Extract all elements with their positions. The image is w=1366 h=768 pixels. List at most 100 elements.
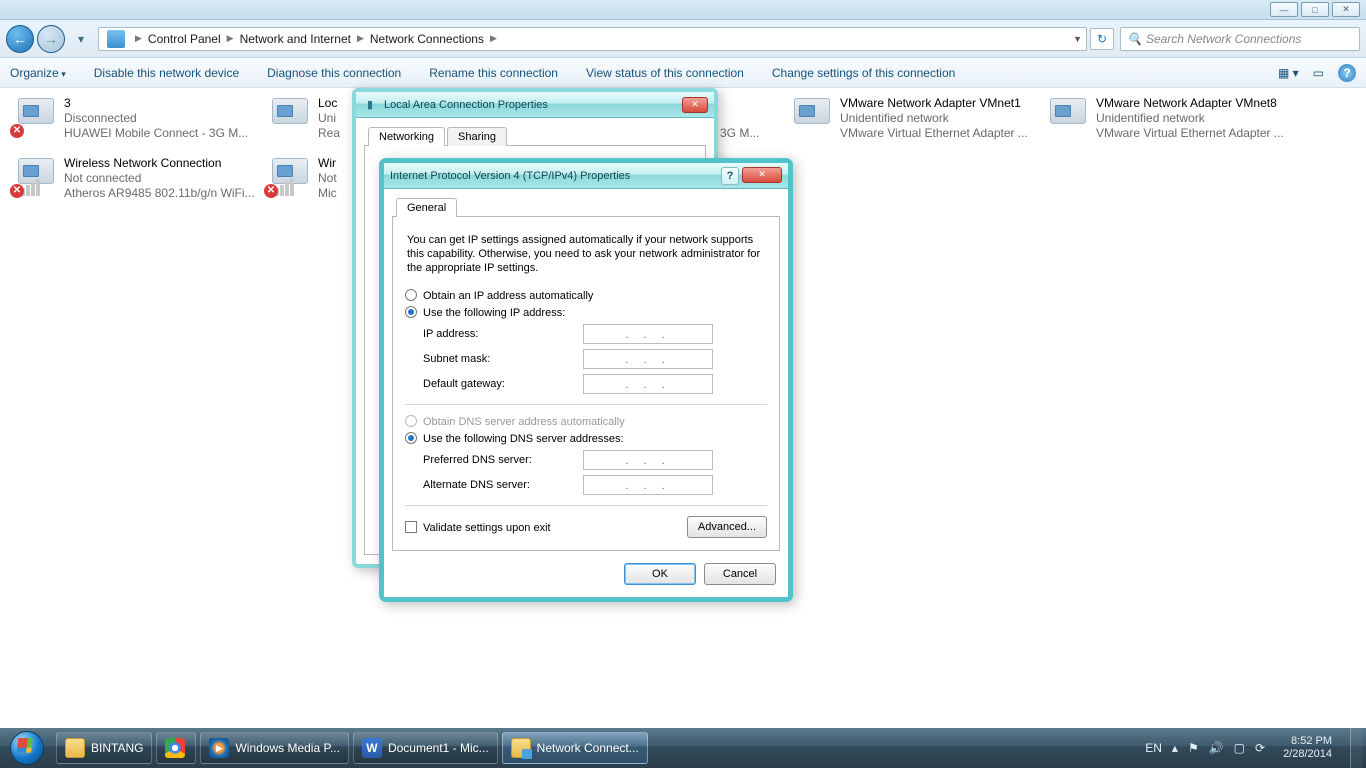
search-placeholder: Search Network Connections [1146, 32, 1301, 46]
wmp-icon [209, 738, 229, 758]
help-icon[interactable]: ? [1338, 64, 1356, 82]
breadcrumb-control-panel[interactable]: Control Panel [148, 32, 221, 46]
tab-sharing[interactable]: Sharing [447, 127, 507, 146]
organize-menu[interactable]: Organize [10, 66, 66, 80]
tab-strip: General [392, 197, 780, 217]
connection-status: Uni [318, 111, 340, 126]
cancel-button[interactable]: Cancel [704, 563, 776, 585]
connection-item[interactable]: VMware Network Adapter VMnet1Unidentifie… [790, 96, 1036, 141]
connection-name: VMware Network Adapter VMnet8 [1096, 96, 1284, 111]
forward-button[interactable]: → [37, 25, 65, 53]
change-settings-button[interactable]: Change settings of this connection [772, 66, 955, 80]
connection-device: HUAWEI Mobile Connect - 3G M... [64, 126, 248, 141]
ipv4-dialog-titlebar[interactable]: Internet Protocol Version 4 (TCP/IPv4) P… [384, 163, 788, 189]
taskbar-wmp[interactable]: Windows Media P... [200, 732, 349, 764]
word-icon [362, 738, 382, 758]
taskbar-explorer[interactable]: Network Connect... [502, 732, 648, 764]
connection-item[interactable]: ✕ Wireless Network ConnectionNot connect… [14, 156, 260, 201]
diagnose-button[interactable]: Diagnose this connection [267, 66, 401, 80]
rename-button[interactable]: Rename this connection [429, 66, 558, 80]
advanced-button[interactable]: Advanced... [687, 516, 767, 538]
radio-use-dns[interactable]: Use the following DNS server addresses: [405, 432, 767, 445]
lac-dialog-titlebar[interactable]: ▮ Local Area Connection Properties ✕ [356, 92, 714, 118]
radio-use-ip[interactable]: Use the following IP address: [405, 306, 767, 319]
connection-name: Wireless Network Connection [64, 156, 255, 171]
disable-device-button[interactable]: Disable this network device [94, 66, 239, 80]
taskbar-label: BINTANG [91, 741, 143, 755]
breadcrumb-network-internet[interactable]: Network and Internet [240, 32, 351, 46]
view-status-button[interactable]: View status of this connection [586, 66, 744, 80]
refresh-button[interactable]: ↻ [1090, 28, 1114, 50]
action-center-icon[interactable]: ⚑ [1188, 741, 1199, 755]
taskbar-folder[interactable]: BINTANG [56, 732, 152, 764]
taskbar-label: Network Connect... [537, 741, 639, 755]
subnet-mask-input[interactable]: . . . [583, 349, 713, 369]
tab-networking[interactable]: Networking [368, 127, 445, 146]
start-button[interactable] [0, 728, 54, 768]
connection-status: Unidentified network [1096, 111, 1284, 126]
breadcrumb-network-connections[interactable]: Network Connections [370, 32, 484, 46]
help-button[interactable]: ? [721, 167, 739, 185]
tab-strip: Networking Sharing [364, 126, 706, 146]
connection-status: Not [318, 171, 337, 186]
taskbar-word[interactable]: Document1 - Mic... [353, 732, 498, 764]
connection-status: Not connected [64, 171, 255, 186]
close-button[interactable]: ✕ [682, 97, 708, 113]
volume-icon[interactable]: 🔊 [1209, 741, 1224, 755]
clock-date: 2/28/2014 [1283, 748, 1332, 761]
radio-label: Obtain an IP address automatically [423, 290, 593, 302]
ethernet-icon [794, 98, 830, 124]
connection-item-partial[interactable]: 3G M... [720, 96, 780, 141]
connection-device: Mic [318, 186, 337, 201]
windows-orb-icon [10, 731, 44, 765]
close-button[interactable]: ✕ [742, 167, 782, 183]
connection-name: Wir [318, 156, 337, 171]
connection-name: Loc [318, 96, 340, 111]
view-options-icon[interactable]: ▦ ▾ [1278, 66, 1299, 80]
language-indicator[interactable]: EN [1145, 741, 1162, 755]
tray-up-icon[interactable]: ▴ [1172, 741, 1178, 755]
alternate-dns-input[interactable]: . . . [583, 475, 713, 495]
connection-item[interactable]: ✕ WirNotMic [268, 156, 354, 201]
chevron-right-icon[interactable]: ▶ [490, 33, 497, 44]
back-button[interactable]: ← [6, 25, 34, 53]
window-titlebar: — □ ✕ [0, 0, 1366, 20]
connections-area: ✕ 3DisconnectedHUAWEI Mobile Connect - 3… [0, 88, 1366, 740]
connection-status: Unidentified network [840, 111, 1028, 126]
disconnected-icon: ✕ [264, 184, 278, 198]
show-desktop-button[interactable] [1350, 728, 1362, 768]
taskbar-chrome[interactable] [156, 732, 196, 764]
minimize-button[interactable]: — [1270, 2, 1298, 17]
chevron-right-icon[interactable]: ▶ [357, 33, 364, 44]
preview-pane-icon[interactable]: ▭ [1313, 66, 1324, 80]
close-button[interactable]: ✕ [1332, 2, 1360, 17]
radio-obtain-ip[interactable]: Obtain an IP address automatically [405, 289, 767, 302]
connection-item[interactable]: LocUniRea [268, 96, 354, 141]
chevron-right-icon[interactable]: ▶ [135, 33, 142, 44]
chevron-right-icon[interactable]: ▶ [227, 33, 234, 44]
chrome-icon [165, 738, 185, 758]
recent-locations-dropdown[interactable]: ▾ [72, 30, 90, 48]
network-tray-icon[interactable]: ▢ [1234, 741, 1245, 755]
gateway-label: Default gateway: [423, 378, 583, 390]
validate-checkbox[interactable]: Validate settings upon exit [405, 521, 551, 534]
sync-icon[interactable]: ⟳ [1255, 741, 1265, 755]
address-bar: ← → ▾ ▶ Control Panel ▶ Network and Inte… [0, 20, 1366, 58]
preferred-dns-input[interactable]: . . . [583, 450, 713, 470]
search-input[interactable]: 🔍 Search Network Connections [1120, 27, 1360, 51]
connection-item[interactable]: ✕ 3DisconnectedHUAWEI Mobile Connect - 3… [14, 96, 260, 141]
connection-item[interactable]: VMware Network Adapter VMnet8Unidentifie… [1046, 96, 1292, 141]
ethernet-icon [272, 98, 308, 124]
gateway-input[interactable]: . . . [583, 374, 713, 394]
ip-address-input[interactable]: . . . [583, 324, 713, 344]
clock[interactable]: 8:52 PM 2/28/2014 [1275, 735, 1340, 761]
maximize-button[interactable]: □ [1301, 2, 1329, 17]
breadcrumb[interactable]: ▶ Control Panel ▶ Network and Internet ▶… [98, 27, 1087, 51]
connection-status: Disconnected [64, 111, 248, 126]
breadcrumb-dropdown-icon[interactable]: ▼ [1073, 34, 1082, 44]
ethernet-icon [1050, 98, 1086, 124]
disconnected-icon: ✕ [10, 124, 24, 138]
tab-general[interactable]: General [396, 198, 457, 217]
clock-time: 8:52 PM [1283, 735, 1332, 748]
ok-button[interactable]: OK [624, 563, 696, 585]
